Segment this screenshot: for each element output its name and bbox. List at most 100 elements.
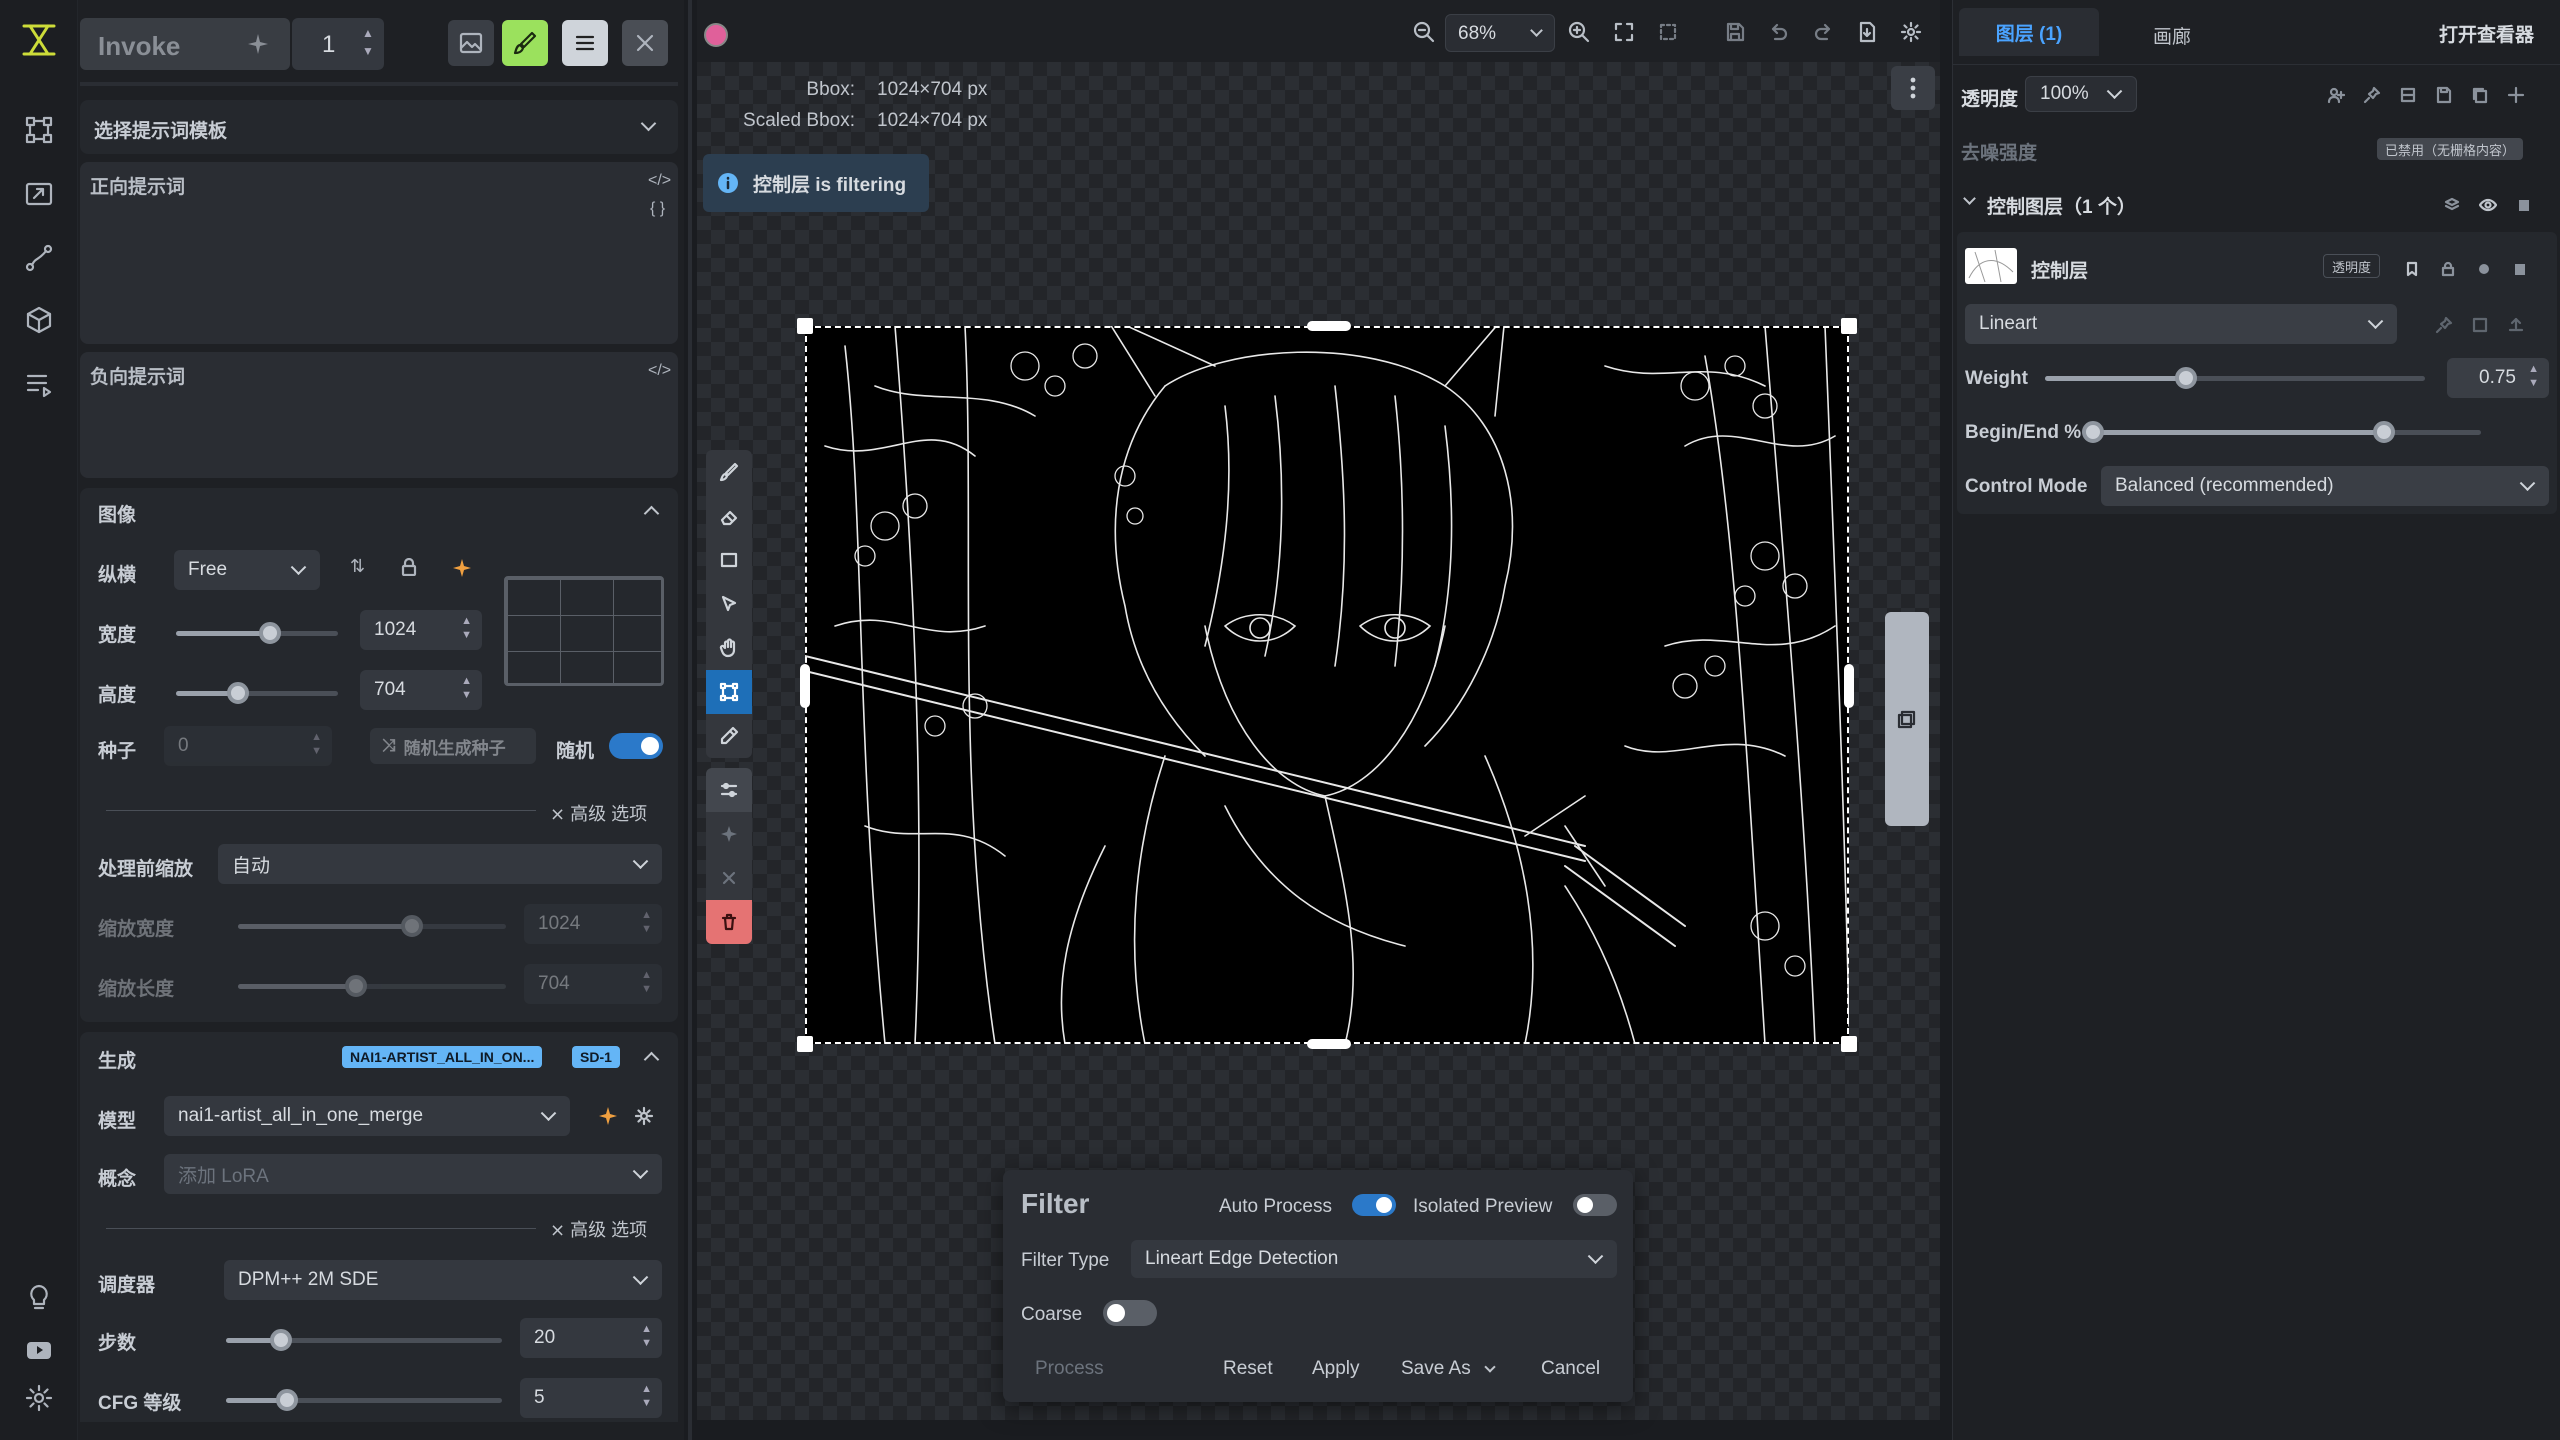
layer-name[interactable]: 控制层 (2031, 256, 2088, 283)
model-select[interactable]: nai1-artist_all_in_one_merge (164, 1096, 570, 1136)
cfg-input[interactable]: 5 ▲ ▼ (520, 1378, 662, 1418)
weight-slider[interactable] (2045, 367, 2425, 389)
settings-gear-icon[interactable] (21, 1380, 57, 1416)
width-input[interactable]: 1024 ▲ ▼ (360, 610, 482, 650)
bbox-handle[interactable] (800, 664, 810, 708)
chevron-up-icon[interactable] (643, 1051, 660, 1068)
crop-icon[interactable] (2397, 84, 2419, 106)
bbox-handle[interactable] (1307, 321, 1351, 331)
batch-count-stepper[interactable]: 1 ▲ ▼ (292, 18, 384, 70)
save-icon[interactable] (1721, 18, 1749, 46)
filter-tool[interactable] (706, 768, 752, 812)
seed-input[interactable]: 0 ▲ ▼ (164, 726, 332, 766)
isolated-preview-toggle[interactable] (1573, 1194, 1617, 1216)
tab-layers[interactable]: 图层 (1) (1959, 8, 2099, 56)
enabled-dot-icon[interactable] (2473, 258, 2495, 280)
bounding-box-frame[interactable] (805, 326, 1849, 1044)
braces-icon[interactable]: { } (650, 200, 665, 218)
redo-icon[interactable] (1810, 18, 1838, 46)
bbox-handle[interactable] (797, 1036, 813, 1052)
delete-layer-button[interactable] (706, 900, 752, 944)
scaled-height-slider[interactable] (238, 975, 506, 997)
height-slider[interactable] (176, 682, 338, 704)
bbox-handle[interactable] (797, 318, 813, 334)
bbox-handle[interactable] (1841, 1036, 1857, 1052)
fit-to-screen-icon[interactable] (1610, 18, 1638, 46)
copy-icon[interactable] (2469, 84, 2491, 106)
color-swatch[interactable] (704, 23, 728, 47)
coarse-toggle[interactable] (1103, 1300, 1157, 1326)
queue-list-icon[interactable] (21, 366, 57, 402)
lora-select[interactable]: 添加 LoRA (164, 1154, 662, 1194)
filter-type-select[interactable]: Lineart Edge Detection (1131, 1240, 1617, 1278)
canvas-settings-gear-icon[interactable] (1897, 18, 1925, 46)
undo-icon[interactable] (1764, 18, 1792, 46)
aspect-select[interactable]: Free (174, 550, 320, 590)
scaled-width-slider[interactable] (238, 915, 506, 937)
view-tool[interactable] (706, 626, 752, 670)
scheduler-select[interactable]: DPM++ 2M SDE (224, 1260, 662, 1300)
panel-resize-handle[interactable] (688, 0, 692, 1440)
image-view-button[interactable] (448, 20, 494, 66)
code-view-icon[interactable]: </> (648, 362, 671, 380)
youtube-icon[interactable] (21, 1332, 57, 1368)
control-mode-select[interactable]: Balanced (recommended) (2101, 466, 2549, 506)
bookmark-icon[interactable] (2401, 258, 2423, 280)
brush-mode-button[interactable] (502, 20, 548, 66)
auto-process-toggle[interactable] (1352, 1194, 1396, 1216)
prompt-template-select[interactable]: 选择提示词模板 (80, 100, 678, 154)
menu-button[interactable] (562, 20, 608, 66)
canvas-workflow-icon[interactable] (21, 112, 57, 148)
invoke-logo-icon[interactable] (21, 22, 57, 58)
rect-tool[interactable] (706, 538, 752, 582)
stepper-arrows-icon[interactable]: ▲ ▼ (362, 24, 374, 60)
auto-mask-tool[interactable] (706, 812, 752, 856)
eraser-tool[interactable] (706, 494, 752, 538)
steps-slider[interactable] (226, 1329, 502, 1351)
color-picker-tool[interactable] (706, 714, 752, 758)
transform-icon[interactable] (2469, 314, 2491, 336)
save-as-button[interactable]: Save As (1401, 1358, 1496, 1380)
visibility-eye-icon[interactable] (2477, 194, 2499, 216)
code-view-icon[interactable]: </> (648, 172, 671, 190)
zoom-out-icon[interactable] (1410, 18, 1438, 46)
begin-end-range-slider[interactable] (2082, 421, 2481, 443)
pin-icon[interactable] (2433, 314, 2455, 336)
weight-input[interactable]: 0.75 ▲ ▼ (2447, 358, 2549, 398)
width-slider[interactable] (176, 622, 338, 644)
scaled-width-input[interactable]: 1024 ▲ ▼ (524, 904, 662, 944)
zoom-select[interactable]: 68% (1445, 14, 1555, 52)
tab-gallery[interactable]: 画廊 (2153, 22, 2191, 49)
bbox-handle[interactable] (1844, 664, 1854, 708)
opacity-select[interactable]: 100% (2025, 76, 2137, 112)
canvas-more-menu-button[interactable] (1891, 66, 1935, 110)
cancel-button[interactable]: Cancel (1541, 1358, 1600, 1380)
scale-before-select[interactable]: 自动 (218, 844, 662, 884)
clear-button[interactable] (622, 20, 668, 66)
delete-all-icon[interactable] (2513, 194, 2535, 216)
positive-prompt-textarea[interactable]: 正向提示词 </> { } (80, 162, 678, 344)
open-viewer-button[interactable]: 打开查看器 (2439, 20, 2534, 47)
workflows-icon[interactable] (21, 240, 57, 276)
models-cube-icon[interactable] (21, 302, 57, 338)
invoke-button[interactable]: Invoke (80, 18, 290, 70)
advanced-options-toggle[interactable]: ⨯ 高级 选项 (550, 1216, 647, 1242)
process-button[interactable]: Process (1035, 1358, 1104, 1380)
random-seed-toggle[interactable] (609, 733, 663, 759)
pin-icon[interactable] (2361, 84, 2383, 106)
delete-layer-icon[interactable] (2509, 258, 2531, 280)
control-layer-card[interactable]: 控制层 透明度 Lineart Weight 0.75 ▲ ▼ Begin/End … (1957, 232, 2557, 514)
control-model-select[interactable]: Lineart (1965, 304, 2397, 344)
optimal-size-sparkle-icon[interactable] (452, 558, 472, 578)
apply-button[interactable]: Apply (1312, 1358, 1360, 1380)
lock-ratio-icon[interactable] (400, 558, 418, 576)
scaled-height-input[interactable]: 704 ▲ ▼ (524, 964, 662, 1004)
fit-bbox-icon[interactable] (1654, 18, 1682, 46)
lock-icon[interactable] (2437, 258, 2459, 280)
layers-stack-icon[interactable] (2441, 194, 2463, 216)
lightbulb-icon[interactable] (21, 1280, 57, 1316)
save-layer-icon[interactable] (2433, 84, 2455, 106)
model-sparkle-icon[interactable] (598, 1106, 618, 1126)
swap-dimensions-icon[interactable]: ⇅ (350, 556, 365, 577)
cfg-slider[interactable] (226, 1389, 502, 1411)
